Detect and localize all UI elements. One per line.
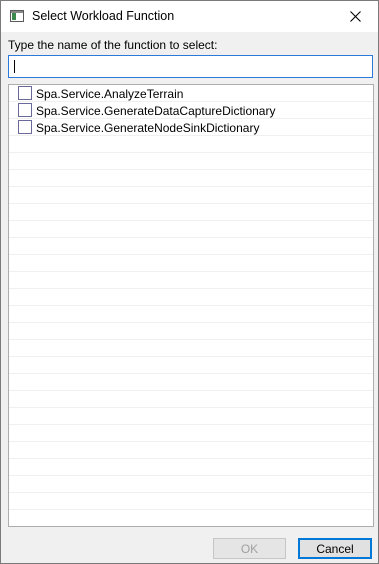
close-button[interactable] [332,1,378,32]
empty-list-row [9,340,373,357]
checkbox-unchecked-icon[interactable] [18,86,32,100]
close-icon [349,11,361,22]
window-title: Select Workload Function [32,9,175,23]
empty-list-row [9,391,373,408]
empty-list-row [9,476,373,493]
list-item-label: Spa.Service.GenerateDataCaptureDictionar… [36,104,276,118]
empty-list-row [9,204,373,221]
empty-list-row [9,323,373,340]
checkbox-unchecked-icon[interactable] [18,120,32,134]
ok-button[interactable]: OK [213,538,286,559]
empty-list-row [9,306,373,323]
empty-list-row [9,357,373,374]
search-prompt-label: Type the name of the function to select: [8,38,218,52]
empty-list-row [9,221,373,238]
empty-list-row [9,425,373,442]
list-item[interactable]: Spa.Service.AnalyzeTerrain [9,85,373,102]
empty-list-row [9,289,373,306]
checkbox-unchecked-icon[interactable] [18,103,32,117]
empty-list-row [9,187,373,204]
empty-list-row [9,493,373,510]
empty-list-row [9,272,373,289]
window-app-icon [10,10,24,22]
text-caret [14,60,15,73]
empty-list-row [9,459,373,476]
function-list[interactable]: Spa.Service.AnalyzeTerrain Spa.Service.Ge… [8,84,374,527]
empty-list-row [9,442,373,459]
dialog-window: Select Workload Function Type the name o… [0,0,379,564]
title-bar: Select Workload Function [1,1,378,32]
list-item-label: Spa.Service.AnalyzeTerrain [36,87,184,101]
cancel-button[interactable]: Cancel [298,538,372,559]
empty-list-row [9,510,373,526]
list-item[interactable]: Spa.Service.GenerateNodeSinkDictionary [9,119,373,136]
empty-list-row [9,374,373,391]
empty-list-row [9,255,373,272]
empty-list-row [9,408,373,425]
empty-list-row [9,238,373,255]
function-search-input[interactable] [8,55,373,78]
list-item[interactable]: Spa.Service.GenerateDataCaptureDictionar… [9,102,373,119]
empty-list-row [9,136,373,153]
empty-list-row [9,153,373,170]
list-item-label: Spa.Service.GenerateNodeSinkDictionary [36,121,260,135]
empty-list-row [9,170,373,187]
